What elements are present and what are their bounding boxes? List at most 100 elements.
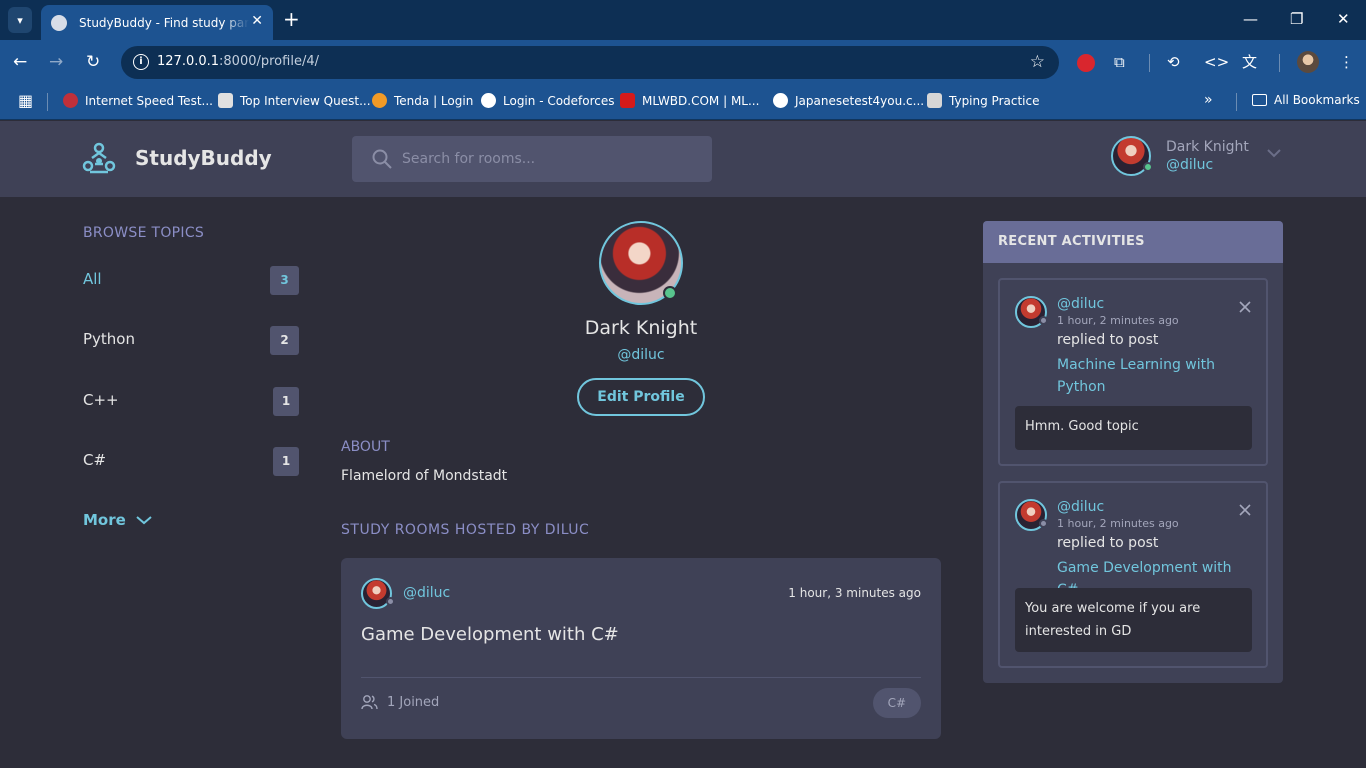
bookmark-item[interactable]: Japanesetest4you.c... <box>773 93 924 108</box>
bookmark-item[interactable]: Login - Codeforces <box>481 93 615 108</box>
browser-tab-strip: ▾ StudyBuddy - Find study partners ✕ + —… <box>0 0 1366 40</box>
tab-search-button[interactable]: ▾ <box>8 7 32 33</box>
close-window-icon[interactable]: ✕ <box>1337 10 1350 28</box>
extension-red-icon[interactable] <box>1077 54 1095 72</box>
wordpress-icon <box>773 93 788 108</box>
topic-label: C# <box>83 451 107 469</box>
tab-close-icon[interactable]: ✕ <box>251 13 263 29</box>
logo-icon[interactable] <box>82 142 116 176</box>
topic-count-badge: 2 <box>270 326 299 355</box>
room-divider <box>361 677 921 678</box>
address-url[interactable]: 127.0.0.1:8000/profile/4/ <box>157 54 319 69</box>
topic-label: Python <box>83 330 135 348</box>
more-topics-button[interactable]: More <box>83 511 152 529</box>
room-timestamp: 1 hour, 3 minutes ago <box>788 586 921 600</box>
globe-icon <box>51 14 67 31</box>
search-input[interactable] <box>402 136 702 182</box>
activity-time: 1 hour, 2 minutes ago <box>1057 314 1179 327</box>
toolbar-divider <box>1149 54 1150 72</box>
interview-icon <box>218 93 233 108</box>
translate-icon[interactable]: 文 <box>1242 52 1257 72</box>
tab-title: StudyBuddy - Find study partners <box>79 15 249 30</box>
room-topic-tag[interactable]: C# <box>872 688 921 718</box>
bookmarks-bar: ▦ Internet Speed Test... Top Interview Q… <box>0 85 1366 120</box>
activity-verb: replied to post <box>1057 332 1159 348</box>
edit-profile-button[interactable]: Edit Profile <box>577 378 705 416</box>
history-icon[interactable]: ⟲ <box>1167 52 1180 72</box>
offline-status-dot <box>1039 316 1048 325</box>
bookmark-divider <box>47 93 48 111</box>
more-bookmarks-icon[interactable]: » <box>1204 92 1213 108</box>
brand-name[interactable]: StudyBuddy <box>135 146 272 170</box>
hosted-rooms-heading: STUDY ROOMS HOSTED BY DILUC <box>341 522 590 538</box>
user-display-name[interactable]: Dark Knight <box>1166 139 1249 155</box>
chevron-down-icon <box>136 516 152 525</box>
forward-icon[interactable]: → <box>49 52 63 72</box>
online-status-dot <box>1143 162 1153 172</box>
profile-name: Dark Knight <box>584 317 698 339</box>
folder-icon <box>1252 94 1267 106</box>
profile-avatar-icon[interactable] <box>1297 51 1319 73</box>
bookmark-item[interactable]: MLWBD.COM | ML... <box>620 93 759 108</box>
topic-label: C++ <box>83 391 119 409</box>
online-status-dot <box>663 286 677 300</box>
bookmark-star-icon[interactable]: ☆ <box>1030 52 1045 72</box>
users-icon <box>361 695 378 710</box>
joined-count: 1 Joined <box>387 694 440 710</box>
topic-all[interactable]: All 3 <box>83 266 299 296</box>
activity-message: Hmm. Good topic <box>1015 406 1252 450</box>
room-search[interactable] <box>352 136 712 182</box>
restore-icon[interactable]: ❐ <box>1290 10 1303 28</box>
about-heading: ABOUT <box>341 439 390 455</box>
offline-status-dot <box>1039 519 1048 528</box>
about-text: Flamelord of Mondstadt <box>341 468 508 484</box>
bookmark-item[interactable]: Tenda | Login <box>372 93 473 108</box>
activity-user-link[interactable]: @diluc <box>1057 499 1104 515</box>
browse-topics-heading: BROWSE TOPICS <box>83 225 205 241</box>
devtools-code-icon[interactable]: <> <box>1204 52 1229 72</box>
recent-activities-heading: RECENT ACTIVITIES <box>983 221 1283 263</box>
profile-handle: @diluc <box>617 347 665 363</box>
site-info-icon[interactable]: i <box>133 54 149 70</box>
all-bookmarks-folder[interactable]: All Bookmarks <box>1252 93 1360 107</box>
offline-status-dot <box>386 597 395 606</box>
room-host-link[interactable]: @diluc <box>403 585 450 601</box>
recent-activities-panel: RECENT ACTIVITIES @diluc 1 hour, 2 minut… <box>983 221 1283 683</box>
topic-csharp[interactable]: C# 1 <box>83 447 299 477</box>
room-title-link[interactable]: Game Development with C# <box>361 624 619 645</box>
extensions-puzzle-icon[interactable]: ⧉ <box>1114 52 1125 72</box>
toolbar-divider <box>1279 54 1280 72</box>
chevron-down-icon[interactable] <box>1266 147 1282 159</box>
bookmark-item[interactable]: Typing Practice <box>927 93 1039 108</box>
back-icon[interactable]: ← <box>13 52 27 72</box>
apps-grid-icon[interactable]: ▦ <box>18 91 33 110</box>
bookmark-item[interactable]: Internet Speed Test... <box>63 93 213 108</box>
active-tab[interactable]: StudyBuddy - Find study partners ✕ <box>41 5 273 40</box>
app-header: StudyBuddy Dark Knight @diluc <box>0 121 1366 197</box>
speedometer-icon <box>63 93 78 108</box>
globe-icon <box>481 93 496 108</box>
mlwbd-icon <box>620 93 635 108</box>
topic-count-badge: 1 <box>273 447 299 476</box>
new-tab-button[interactable]: + <box>283 8 300 30</box>
reload-icon[interactable]: ↻ <box>86 52 100 72</box>
activity-user-link[interactable]: @diluc <box>1057 296 1104 312</box>
user-handle[interactable]: @diluc <box>1166 157 1213 173</box>
browser-toolbar: ← → ↻ i 127.0.0.1:8000/profile/4/ ☆ ⧉ ⟲ … <box>0 40 1366 85</box>
topic-label: All <box>83 270 102 288</box>
activity-time: 1 hour, 2 minutes ago <box>1057 517 1179 530</box>
minimize-icon[interactable]: — <box>1243 10 1258 28</box>
close-icon[interactable] <box>1238 300 1252 314</box>
bookmark-item[interactable]: Top Interview Quest... <box>218 93 371 108</box>
search-icon <box>372 149 392 169</box>
address-bar[interactable]: i 127.0.0.1:8000/profile/4/ ☆ <box>121 46 1059 79</box>
room-card: @diluc 1 hour, 3 minutes ago Game Develo… <box>341 558 941 739</box>
bookmark-divider <box>1236 93 1237 111</box>
activity-post-link[interactable]: Machine Learning with Python <box>1057 354 1247 398</box>
close-icon[interactable] <box>1238 503 1252 517</box>
tenda-icon <box>372 93 387 108</box>
browser-menu-icon[interactable]: ⋮ <box>1339 52 1354 72</box>
activity-item: @diluc 1 hour, 2 minutes ago replied to … <box>998 481 1268 668</box>
topic-cpp[interactable]: C++ 1 <box>83 387 299 417</box>
topic-python[interactable]: Python 2 <box>83 326 299 356</box>
